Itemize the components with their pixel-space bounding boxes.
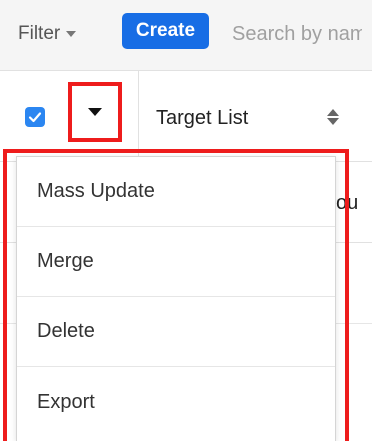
menu-highlight-annotation <box>3 149 349 441</box>
list-toolbar: Filter Create <box>0 0 372 71</box>
column-header-target-list[interactable]: Target List <box>156 107 248 130</box>
caret-down-icon <box>88 108 102 116</box>
filter-label: Filter <box>18 23 61 44</box>
filter-button[interactable]: Filter <box>18 17 77 51</box>
chevron-down-icon <box>66 31 77 37</box>
checkmark-icon <box>28 112 42 123</box>
sort-icon[interactable] <box>327 107 339 127</box>
actions-dropdown-toggle[interactable] <box>68 82 122 142</box>
search-input[interactable] <box>222 17 372 51</box>
select-all-checkbox[interactable] <box>25 107 45 127</box>
create-button[interactable]: Create <box>122 13 209 49</box>
